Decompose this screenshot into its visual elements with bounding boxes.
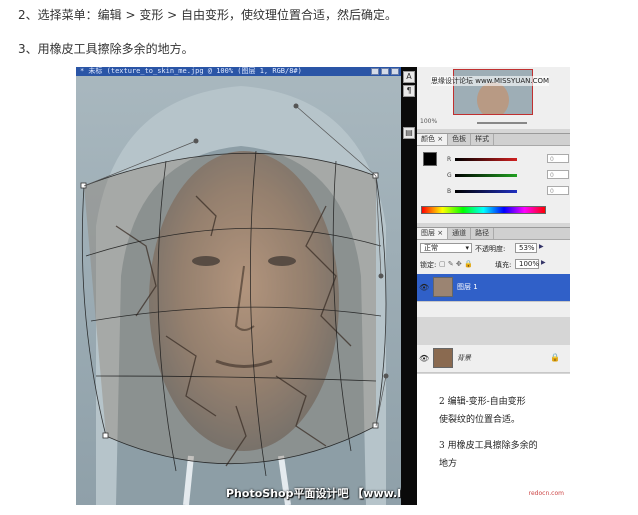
panel-dock-strip: A ¶ ▤ [401,67,417,505]
layer-name: 背景 [457,354,471,362]
tab-channels[interactable]: 通道 [448,228,472,239]
blend-mode-select[interactable]: 正常 ▾ [420,243,472,253]
color-panel: 颜色 × 色板 样式 R 0 G 0 B 0 [417,133,570,223]
lock-icons[interactable]: ▢ ✎ ✥ 🔒 [439,260,473,268]
opacity-arrow-icon[interactable]: ▶ [539,243,544,250]
document-title: * 未标 (texture_to_skin_me.jpg @ 100% (图层 … [80,67,302,75]
fill-label: 填充: [495,261,512,269]
g-input[interactable]: 0 [547,170,569,179]
navigator-brand-text: 思缘设计论坛 www.MISSYUAN.COM [431,76,550,86]
minimize-button[interactable] [371,68,379,75]
navigator-panel: 思缘设计论坛 www.MISSYUAN.COM 100% [417,67,570,129]
opacity-input[interactable]: 53% [515,243,537,253]
r-label: R [447,156,452,163]
photoshop-screenshot: * 未标 (texture_to_skin_me.jpg @ 100% (图层 … [76,67,570,505]
document-canvas[interactable]: * 未标 (texture_to_skin_me.jpg @ 100% (图层 … [76,67,401,505]
document-title-bar: * 未标 (texture_to_skin_me.jpg @ 100% (图层 … [76,67,401,76]
color-panel-tabs: 颜色 × 色板 样式 [417,134,570,146]
note-line-4: 地方 [439,459,458,469]
color-row-g: G 0 [447,170,569,180]
tool-presets-button[interactable]: ▤ [403,127,415,139]
close-button[interactable] [391,68,399,75]
color-row-b: B 0 [447,186,569,196]
opacity-label: 不透明度: [475,245,506,253]
foreground-color-swatch[interactable] [423,152,437,166]
layer-row-background[interactable]: 👁 背景 🔒 [417,345,570,373]
tab-paths[interactable]: 路径 [471,228,495,239]
note-line-1: 2 编辑-变形-自由变形 [439,397,526,407]
r-input[interactable]: 0 [547,154,569,163]
lock-label: 锁定: [420,261,437,269]
b-slider[interactable] [455,190,517,193]
g-label: G [447,172,452,179]
zoom-value[interactable]: 100% [420,118,437,125]
tab-layers[interactable]: 图层 × [417,228,449,239]
right-panels: 思缘设计论坛 www.MISSYUAN.COM 100% 颜色 × 色板 样式 R … [417,67,570,505]
note-line-2: 使裂纹的位置合适。 [439,415,521,425]
chevron-down-icon: ▾ [465,244,469,252]
tab-color[interactable]: 颜色 × [417,134,449,145]
b-input[interactable]: 0 [547,186,569,195]
color-spectrum-bar[interactable] [421,206,546,214]
g-slider[interactable] [455,174,517,177]
zoom-slider[interactable] [477,122,527,124]
tab-styles[interactable]: 样式 [471,134,495,145]
layer-thumbnail [433,348,453,368]
eye-icon[interactable]: 👁 [419,283,429,292]
credit-text: redocn.com [528,490,564,497]
paragraph-panel-button[interactable]: ¶ [403,85,415,97]
eye-icon[interactable]: 👁 [419,354,429,363]
layer-thumbnail [433,277,453,297]
layers-panel: 图层 × 通道 路径 正常 ▾ 不透明度: 53% ▶ 锁定: ▢ ✎ ✥ 🔒 填充:… [417,227,570,317]
maximize-button[interactable] [381,68,389,75]
note-line-3: 3 用橡皮工具擦除多余的 [439,441,538,451]
b-label: B [447,188,452,195]
layers-panel-tabs: 图层 × 通道 路径 [417,228,570,240]
watermark-text: PhotoShop平面设计吧 【www.lineeg.com/tieba/178… [226,487,401,500]
layer-name: 图层 1 [457,283,478,291]
fill-arrow-icon[interactable]: ▶ [541,259,546,266]
tutorial-note: 2 编辑-变形-自由变形 使裂纹的位置合适。 3 用橡皮工具擦除多余的 地方 r… [417,374,570,505]
tab-swatches[interactable]: 色板 [448,134,472,145]
step-2-text: 2、选择菜单：编辑 > 变形 > 自由变形，使纹理位置合适，然后确定。 [18,8,398,22]
lock-icon: 🔒 [550,353,560,362]
photo-with-warp-mesh[interactable] [76,76,401,505]
step-3-text: 3、用橡皮工具擦除多余的地方。 [18,42,194,56]
color-row-r: R 0 [447,154,569,164]
r-slider[interactable] [455,158,517,161]
layer-row-layer1[interactable]: 👁 图层 1 [417,274,570,302]
fill-input[interactable]: 100% [515,259,539,269]
character-panel-button[interactable]: A [403,71,415,83]
